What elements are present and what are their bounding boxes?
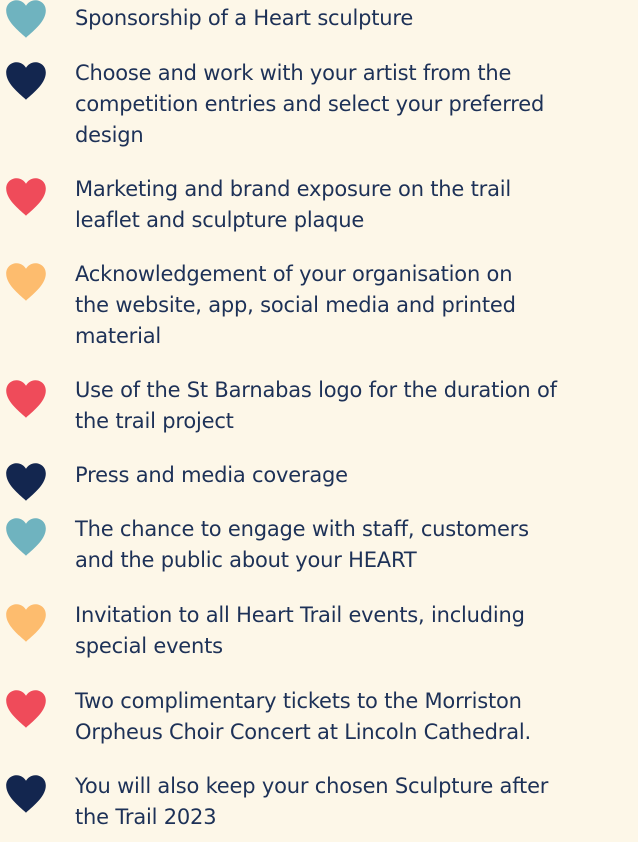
benefit-line: Press and media coverage	[75, 463, 348, 487]
heart-icon	[4, 772, 48, 816]
heart-icon-shape	[6, 263, 46, 301]
benefit-line: Use of the St Barnabas logo for the dura…	[75, 378, 557, 402]
benefit-line: competition entries and select your pref…	[75, 92, 545, 116]
benefit-line: the trail project	[75, 409, 234, 433]
benefit-line: the website, app, social media and print…	[75, 293, 516, 317]
benefit-text: The chance to engage with staff, custome…	[75, 514, 635, 576]
heart-icon-shape	[6, 0, 46, 38]
benefit-text: Choose and work with your artist from th…	[75, 58, 635, 151]
benefit-line: material	[75, 324, 162, 348]
heart-icon-shape	[6, 380, 46, 418]
heart-icon-shape	[6, 604, 46, 642]
benefit-line: Choose and work with your artist from th…	[75, 61, 512, 85]
benefit-line: Invitation to all Heart Trail events, in…	[75, 603, 525, 627]
heart-icon	[4, 687, 48, 731]
benefit-text: Use of the St Barnabas logo for the dura…	[75, 375, 635, 437]
benefit-line: and the public about your HEART	[75, 548, 417, 572]
heart-icon	[4, 260, 48, 304]
heart-icon	[4, 377, 48, 421]
heart-icon-shape	[6, 62, 46, 100]
benefit-line: The chance to engage with staff, custome…	[75, 517, 529, 541]
benefit-line: leaflet and sculpture plaque	[75, 208, 365, 232]
benefit-text: Acknowledgement of your organisation on …	[75, 259, 635, 352]
heart-icon-shape	[6, 518, 46, 556]
benefit-text: Invitation to all Heart Trail events, in…	[75, 600, 635, 662]
heart-icon-shape	[6, 463, 46, 501]
benefit-line: design	[75, 123, 144, 147]
benefit-line: the Trail 2023	[75, 805, 217, 829]
heart-icon-shape	[6, 690, 46, 728]
heart-icon	[4, 460, 48, 504]
benefit-text: Marketing and brand exposure on the trai…	[75, 174, 635, 236]
benefit-line: Sponsorship of a Heart sculpture	[75, 6, 414, 30]
heart-icon	[4, 175, 48, 219]
benefit-line: Two complimentary tickets to the Morrist…	[75, 689, 522, 713]
benefit-line: Marketing and brand exposure on the trai…	[75, 177, 512, 201]
heart-icon-shape	[6, 178, 46, 216]
benefit-line: Acknowledgement of your organisation on	[75, 262, 513, 286]
heart-icon	[4, 601, 48, 645]
benefit-line: special events	[75, 634, 223, 658]
heart-icon	[4, 59, 48, 103]
benefit-text: Press and media coverage	[75, 460, 635, 491]
heart-icon-shape	[6, 775, 46, 813]
benefit-line: Orpheus Choir Concert at Lincoln Cathedr…	[75, 720, 532, 744]
benefit-line: You will also keep your chosen Sculpture…	[75, 774, 549, 798]
benefit-text: Sponsorship of a Heart sculpture	[75, 3, 635, 34]
heart-icon	[4, 515, 48, 559]
heart-icon	[4, 0, 48, 41]
benefit-text: Two complimentary tickets to the Morrist…	[75, 686, 635, 748]
benefits-list: Sponsorship of a Heart sculpture Choose …	[0, 0, 638, 842]
benefit-text: You will also keep your chosen Sculpture…	[75, 771, 635, 833]
